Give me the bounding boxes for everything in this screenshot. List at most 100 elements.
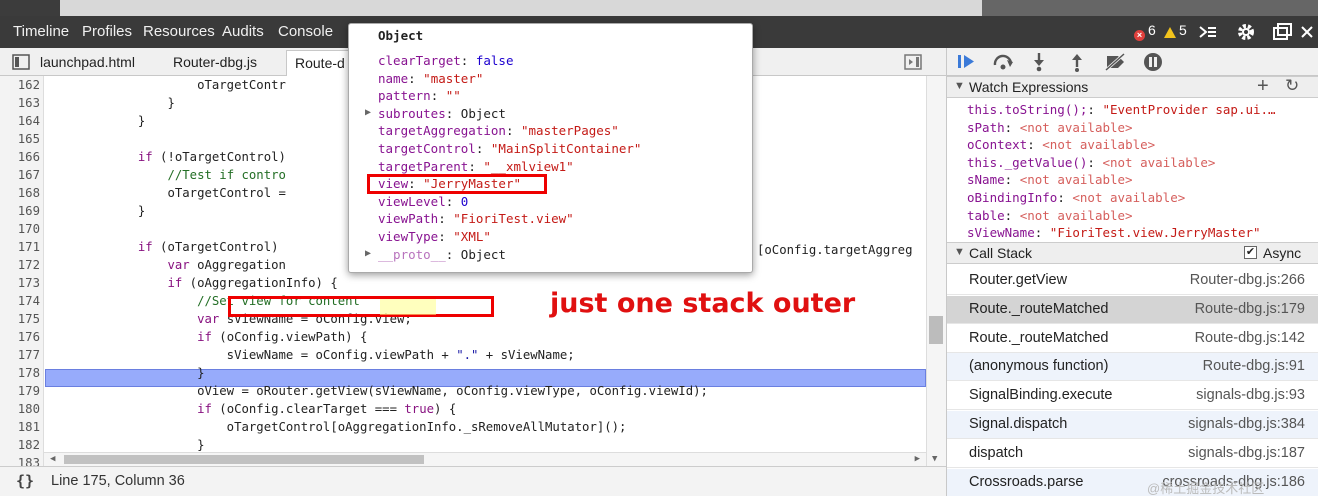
file-tab-launchpad[interactable]: launchpad.html (40, 54, 135, 70)
line-number[interactable]: 175 (0, 312, 40, 326)
line-number[interactable]: 165 (0, 132, 40, 146)
tab-resources[interactable]: Resources (143, 23, 215, 40)
warning-count[interactable]: 5 (1179, 22, 1187, 38)
watch-item[interactable]: table: <not available> (967, 208, 1133, 223)
add-watch-icon[interactable]: + (1257, 75, 1269, 98)
object-inspector-popover[interactable]: Object clearTarget: false name: "master" p… (348, 23, 753, 273)
refresh-icon[interactable]: ↻ (1285, 76, 1299, 96)
line-number[interactable]: 174 (0, 294, 40, 308)
window-title-strip (0, 0, 1318, 16)
frame-location[interactable]: signals-dbg.js:187 (1188, 445, 1305, 461)
dock-side-icon[interactable] (1272, 23, 1294, 41)
warning-icon[interactable] (1164, 25, 1176, 41)
step-over-icon[interactable] (992, 53, 1016, 71)
watch-item[interactable]: oContext: <not available> (967, 137, 1155, 152)
close-icon[interactable] (1300, 25, 1314, 39)
line-number[interactable]: 177 (0, 348, 40, 362)
line-number[interactable]: 166 (0, 150, 40, 164)
error-icon[interactable]: × (1134, 25, 1145, 41)
file-tab-route[interactable]: Route-d (286, 50, 354, 76)
resume-icon[interactable] (956, 53, 978, 71)
watch-item[interactable]: this.toString();: "EventProvider sap.ui.… (967, 102, 1276, 117)
line-number[interactable]: 163 (0, 96, 40, 110)
console-drawer-icon[interactable] (1198, 24, 1218, 40)
line-number[interactable]: 172 (0, 258, 40, 272)
frame-location[interactable]: signals-dbg.js:93 (1196, 387, 1305, 403)
gear-icon[interactable] (1236, 22, 1256, 42)
watch-item[interactable]: sPath: <not available> (967, 120, 1133, 135)
file-tab-router[interactable]: Router-dbg.js (173, 54, 257, 70)
scroll-left-icon[interactable]: ◀ (50, 454, 55, 464)
vertical-scrollbar[interactable]: ▼ (926, 76, 946, 466)
watch-item[interactable]: oBindingInfo: <not available> (967, 190, 1185, 205)
call-stack-frame[interactable]: Route._routeMatched Route-dbg.js:179 (947, 295, 1318, 324)
line-number[interactable]: 167 (0, 168, 40, 182)
expand-triangle-icon[interactable]: ▶ (365, 248, 371, 259)
frame-function: Router.getView (969, 272, 1068, 288)
call-stack-frame[interactable]: Route._routeMatched Route-dbg.js:142 (947, 325, 1318, 353)
collapse-triangle-icon[interactable]: ▼ (954, 246, 965, 258)
horizontal-scroll-thumb[interactable] (64, 455, 424, 464)
call-stack-frame[interactable]: Signal.dispatch signals-dbg.js:384 (947, 411, 1318, 439)
popover-property[interactable]: __proto__: Object (378, 247, 506, 262)
pause-on-exceptions-icon[interactable] (1143, 52, 1163, 72)
call-stack-frame[interactable]: Router.getView Router-dbg.js:266 (947, 267, 1318, 295)
tab-profiles[interactable]: Profiles (82, 23, 132, 40)
pretty-print-icon[interactable]: {} (16, 472, 34, 490)
step-into-icon[interactable] (1031, 52, 1047, 72)
line-number[interactable]: 169 (0, 204, 40, 218)
line-number[interactable]: 164 (0, 114, 40, 128)
code-line: oView = oRouter.getView(sViewName, oConf… (49, 384, 708, 398)
horizontal-scrollbar[interactable]: ◀ ▶ (44, 452, 926, 466)
debugger-toggle-icon[interactable] (904, 54, 922, 70)
tab-audits[interactable]: Audits (222, 23, 264, 40)
call-stack-frame[interactable]: SignalBinding.execute signals-dbg.js:93 (947, 382, 1318, 411)
frame-location[interactable]: Route-dbg.js:179 (1195, 301, 1305, 317)
watch-item[interactable]: sName: <not available> (967, 172, 1133, 187)
call-stack-frame[interactable]: (anonymous function) Route-dbg.js:91 (947, 353, 1318, 382)
watch-item[interactable]: this._getValue(): <not available> (967, 155, 1215, 170)
line-number[interactable]: 162 (0, 78, 40, 92)
line-number[interactable]: 179 (0, 384, 40, 398)
tab-timeline[interactable]: Timeline (13, 23, 69, 40)
code-line: oTargetContr (49, 78, 286, 92)
expand-triangle-icon[interactable]: ▶ (365, 107, 371, 118)
error-count[interactable]: 6 (1148, 22, 1156, 38)
call-stack-frame[interactable]: dispatch signals-dbg.js:187 (947, 440, 1318, 468)
collapse-triangle-icon[interactable]: ▼ (954, 80, 965, 92)
frame-location[interactable]: Route-dbg.js:142 (1195, 330, 1305, 346)
code-line: if (oConfig.viewPath) { (197, 330, 368, 344)
code-line: var oAggregation (167, 258, 286, 272)
code-line: if (oTargetControl) (137, 240, 279, 254)
popover-property[interactable]: subroutes: Object (378, 106, 506, 121)
line-number[interactable]: 182 (0, 438, 40, 452)
frame-location[interactable]: signals-dbg.js:384 (1188, 416, 1305, 432)
tab-console[interactable]: Console (278, 23, 333, 40)
frame-function: Route._routeMatched (969, 329, 1109, 346)
line-number-gutter[interactable]: 162 163 164 165 166 167 168 169 170 171 172 173 174 1… (0, 76, 44, 466)
highlight-box-view-property (367, 174, 547, 194)
line-number[interactable]: 176 (0, 330, 40, 344)
navigator-toggle-icon[interactable] (12, 54, 30, 70)
watch-expressions-header[interactable]: ▼ Watch Expressions + ↻ (947, 75, 1318, 98)
line-number[interactable]: 178 (0, 366, 40, 380)
call-stack-header[interactable]: ▼ Call Stack ✔ Async (947, 242, 1318, 264)
line-number[interactable]: 171 (0, 240, 40, 254)
line-number[interactable]: 173 (0, 276, 40, 290)
line-number[interactable]: 180 (0, 402, 40, 416)
scroll-down-icon[interactable]: ▼ (932, 454, 937, 464)
deactivate-breakpoints-icon[interactable] (1104, 53, 1128, 71)
line-number[interactable]: 170 (0, 222, 40, 236)
step-out-icon[interactable] (1069, 52, 1085, 72)
watch-item[interactable]: sViewName: "FioriTest.view.JerryMaster" (967, 225, 1261, 240)
code-line: //Test if contro (167, 168, 286, 182)
vertical-scroll-thumb[interactable] (929, 316, 943, 344)
line-number[interactable]: 183 (0, 456, 40, 466)
frame-location[interactable]: Route-dbg.js:91 (1203, 358, 1305, 374)
scroll-right-icon[interactable]: ▶ (915, 454, 920, 464)
code-line: sViewName = oConfig.viewPath + "." + sVi… (49, 348, 575, 362)
frame-location[interactable]: Router-dbg.js:266 (1190, 272, 1305, 288)
line-number[interactable]: 168 (0, 186, 40, 200)
line-number[interactable]: 181 (0, 420, 40, 434)
async-checkbox[interactable]: ✔ (1244, 246, 1257, 259)
